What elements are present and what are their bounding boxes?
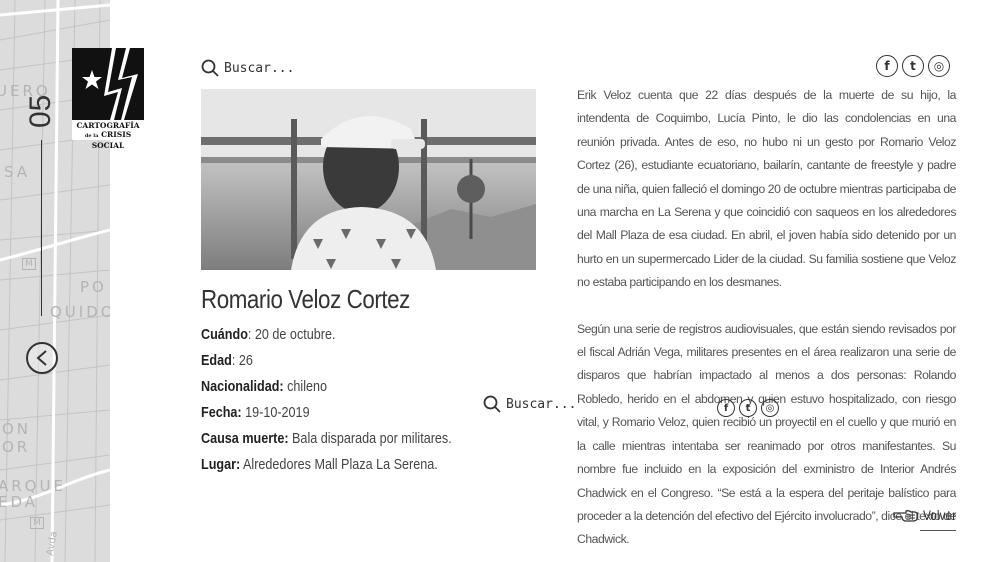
detail-nacionalidad: Nacionalidad: chileno [201, 374, 453, 400]
previous-button[interactable] [26, 342, 58, 374]
logo-line-1: CARTOGRAFÍA [76, 121, 140, 130]
facebook-icon[interactable]: f [876, 55, 898, 77]
metro-marker-icon: M [30, 517, 44, 529]
detail-edad: Edad: 26 [201, 348, 453, 374]
search-icon [483, 395, 501, 413]
map-label: QUIDO [50, 303, 110, 321]
map-label: ÓN [2, 420, 32, 438]
detail-cuando: Cuándo: 20 de octubre. [201, 322, 453, 348]
map-label: SA [4, 163, 31, 181]
detail-value: chileno [283, 378, 328, 395]
photo-illustration [201, 89, 536, 270]
map-label: PO [80, 278, 107, 296]
logo-line-2-small: de la [84, 133, 99, 139]
search-box-middle[interactable]: Buscar... [483, 395, 576, 413]
detail-value: 20 de octubre. [251, 326, 336, 343]
logo-line-2: de la CRISIS SOCIAL [72, 130, 144, 150]
person-name: Romario Veloz Cortez [201, 284, 410, 314]
back-underline [920, 530, 956, 531]
detail-fecha: Fecha: 19-10-2019 [201, 400, 453, 426]
article-body: Erik Veloz cuenta que 22 días después de… [577, 84, 956, 552]
search-placeholder: Buscar... [224, 60, 295, 76]
map-label: EDA [0, 493, 39, 511]
instagram-icon[interactable]: ◎ [761, 399, 779, 417]
chevron-left-icon [36, 350, 47, 366]
detail-value: 19-10-2019 [241, 404, 310, 421]
detail-label: Fecha: [201, 404, 242, 421]
person-photo [201, 89, 536, 270]
search-placeholder: Buscar... [506, 396, 577, 412]
detail-label: Cuándo [201, 326, 248, 343]
article-paragraph: Erik Veloz cuenta que 22 días después de… [577, 88, 956, 290]
twitter-icon[interactable]: t [902, 55, 924, 77]
metro-marker-icon: M [22, 258, 36, 270]
instagram-icon[interactable]: ◎ [928, 55, 950, 77]
back-label: Volver [923, 507, 957, 523]
pointing-hand-icon [893, 510, 918, 522]
detail-label: Causa muerte: [201, 430, 289, 447]
logo-text: CARTOGRAFÍA de la CRISIS SOCIAL [72, 121, 144, 150]
detail-label: Edad [201, 352, 232, 369]
logo-line-2-main: CRISIS SOCIAL [91, 130, 132, 150]
social-links-middle: f t ◎ [717, 399, 779, 417]
search-icon [201, 59, 219, 77]
detail-label: Nacionalidad: [201, 378, 284, 395]
facebook-icon[interactable]: f [717, 399, 735, 417]
social-links-top: f t ◎ [876, 55, 950, 77]
detail-value: 26 [235, 352, 253, 369]
back-link[interactable]: Volver [893, 507, 962, 523]
search-box-top[interactable]: Buscar... [201, 59, 294, 77]
map-label: OR [2, 438, 31, 456]
person-details: Cuándo: 20 de octubre. Edad: 26 Nacional… [201, 322, 501, 478]
logo-mark [72, 48, 144, 120]
detail-value: Alrededores Mall Plaza La Serena. [240, 456, 438, 473]
detail-label: Lugar: [201, 456, 241, 473]
site-logo[interactable]: CARTOGRAFÍA de la CRISIS SOCIAL [72, 48, 144, 150]
detail-lugar: Lugar: Alrededores Mall Plaza La Serena. [201, 452, 453, 478]
detail-value: Bala disparada por militares. [288, 430, 452, 447]
page-number: 05 [24, 94, 57, 128]
detail-causa: Causa muerte: Bala disparada por militar… [201, 426, 453, 452]
twitter-icon[interactable]: t [739, 399, 757, 417]
progress-line [41, 140, 42, 316]
logo-lightning-icon [82, 48, 138, 120]
